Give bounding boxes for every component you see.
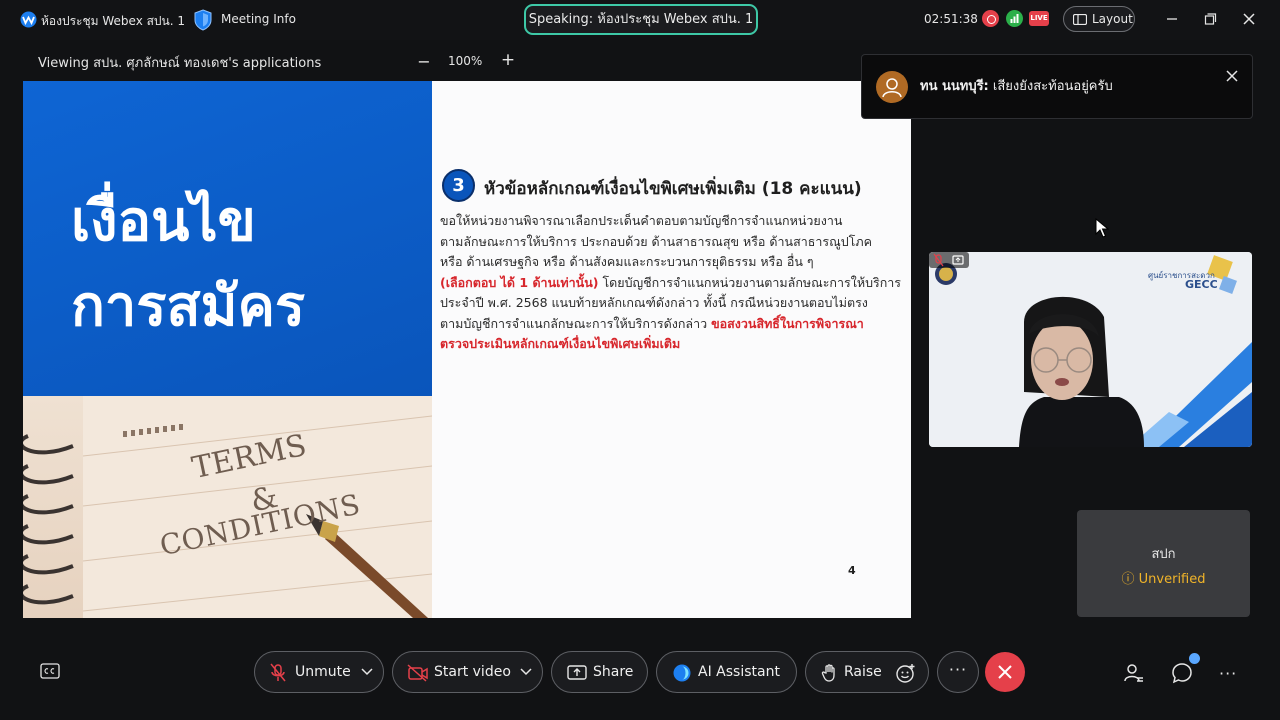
video-background-logo-text: GECC: [1185, 278, 1218, 291]
unmute-label: Unmute: [295, 664, 351, 680]
body-line: ตามลักษณะการให้บริการ ประกอบด้วย ด้านสาธ…: [440, 233, 872, 249]
meeting-timer: 02:51:38: [924, 12, 978, 26]
live-badge: LIVE: [1029, 11, 1049, 26]
closed-captions-icon[interactable]: [40, 663, 60, 681]
ai-assistant-button[interactable]: AI Assistant: [656, 651, 797, 693]
zoom-out-button[interactable]: −: [416, 52, 432, 71]
share-button[interactable]: Share: [551, 651, 648, 693]
unmute-button[interactable]: Unmute: [254, 651, 384, 693]
record-icon[interactable]: [982, 10, 999, 27]
notification-body: เสียงยังสะท้อนอยู่ครับ: [988, 79, 1113, 94]
body-highlight: (เลือกตอบ ได้ 1 ด้านเท่านั้น): [440, 274, 599, 290]
body-line: ขอให้หน่วยงานพิจารณาเลือกประเด็นคำตอบตาม…: [440, 213, 843, 228]
body-text: ตามบัญชีการจำแนกลักษณะการให้บริการดังกล่…: [440, 315, 712, 331]
raise-hand-button[interactable]: Raise: [805, 651, 929, 693]
start-video-button[interactable]: Start video: [392, 651, 543, 693]
slide-item-number: 3: [442, 169, 475, 202]
share-label: Share: [593, 664, 634, 680]
notification-message: ทน นนทบุรี: เสียงยังสะท้อนอยู่ครับ: [920, 75, 1113, 96]
body-line: ประจำปี พ.ศ. 2568 แนบท้ายหลักเกณฑ์ดังกล่…: [440, 295, 868, 310]
zoom-level: 100%: [448, 54, 483, 68]
participant-tile[interactable]: สปก ⓘ Unverified: [1077, 510, 1250, 617]
ai-assistant-icon: [673, 664, 691, 682]
title-bar: ห้องประชุม Webex สปน. 1 Meeting Info Spe…: [0, 0, 1280, 40]
slide-heading: หัวข้อหลักเกณฑ์เงื่อนไขพิเศษเพิ่มเติม (1…: [484, 179, 862, 199]
participant-video[interactable]: ศูนย์ราชการสะดวก GECC: [929, 252, 1252, 447]
mouse-cursor-icon: [1095, 218, 1109, 238]
avatar: [876, 71, 908, 103]
reaction-icon[interactable]: [895, 662, 917, 684]
unverified-status: ⓘ Unverified: [1077, 568, 1250, 587]
warning-icon: ⓘ: [1121, 572, 1135, 587]
terms-conditions-image: TERMS & CONDITIONS: [23, 396, 432, 618]
mic-muted-icon: [270, 663, 286, 682]
ai-assistant-label: AI Assistant: [698, 664, 780, 680]
end-call-button[interactable]: [985, 652, 1025, 692]
maximize-icon[interactable]: [1200, 9, 1220, 29]
meeting-title: ห้องประชุม Webex สปน. 1: [41, 14, 186, 28]
viewing-share-label: Viewing สปน. ศุภลักษณ์ ทองเดช's applicat…: [38, 56, 322, 71]
layout-icon: [1073, 14, 1087, 25]
slide-title-line1: เงื่อนไข: [71, 189, 256, 254]
unverified-label: Unverified: [1138, 572, 1206, 587]
body-text: โดยบัญชีการจำแนกหน่วยงานตามลักษณะการให้บ…: [598, 274, 902, 290]
start-video-label: Start video: [434, 664, 511, 680]
shared-content-slide: เงื่อนไข การสมัคร TERMS & CONDITIONS 3 ห…: [23, 81, 911, 618]
notification-sender: ทน นนทบุรี:: [920, 79, 989, 94]
slide-body-text: ขอให้หน่วยงานพิจารณาเลือกประเด็นคำตอบตาม…: [440, 211, 906, 355]
shield-icon[interactable]: [193, 9, 213, 31]
layout-button[interactable]: Layout: [1063, 6, 1135, 32]
body-line: (เลือกตอบ ได้ 1 ด้านเท่านั้น) โดยบัญชีกา…: [440, 273, 906, 294]
chat-unread-indicator: [1189, 653, 1200, 664]
chevron-down-icon[interactable]: [520, 668, 532, 676]
body-line: หรือ ด้านเศรษฐกิจ หรือ ด้านสังคมและกระบว…: [440, 254, 814, 269]
raise-hand-icon: [821, 664, 835, 682]
layout-label: Layout: [1092, 12, 1133, 26]
chevron-down-icon[interactable]: [361, 668, 373, 676]
end-call-icon: [998, 665, 1012, 679]
notebook-illustration: [23, 396, 432, 618]
slide-title-panel: เงื่อนไข การสมัคร: [23, 81, 432, 396]
chat-notification[interactable]: ทน นนทบุรี: เสียงยังสะท้อนอยู่ครับ: [861, 54, 1253, 119]
participant-name: สปก: [1151, 547, 1176, 562]
body-highlight: ขอสงวนสิทธิ์ในการพิจารณา: [711, 315, 864, 331]
participants-icon[interactable]: [1122, 661, 1146, 685]
video-off-icon: [407, 664, 428, 682]
more-options-button[interactable]: ···: [937, 651, 979, 693]
webex-logo-icon: [20, 11, 37, 28]
body-highlight: ตรวจประเมินหลักเกณฑ์เงื่อนไขพิเศษเพิ่มเต…: [440, 336, 681, 351]
meeting-info-button[interactable]: Meeting Info: [221, 12, 296, 26]
chat-icon[interactable]: [1170, 661, 1194, 685]
body-line: ตามบัญชีการจำแนกลักษณะการให้บริการดังกล่…: [440, 314, 906, 335]
active-speaker-indicator: Speaking: ห้องประชุม Webex สปน. 1: [524, 4, 758, 35]
slide-title-line2: การสมัคร: [71, 274, 306, 339]
network-icon[interactable]: [1006, 10, 1023, 27]
overflow-menu-button[interactable]: ···: [1219, 664, 1237, 683]
raise-label: Raise: [844, 664, 882, 680]
close-icon[interactable]: [1224, 68, 1240, 84]
mic-muted-icon: [929, 252, 969, 268]
close-icon[interactable]: [1239, 9, 1259, 29]
minimize-icon[interactable]: [1162, 9, 1182, 29]
zoom-in-button[interactable]: +: [500, 50, 516, 70]
share-icon: [567, 665, 587, 680]
slide-page-number: 4: [848, 564, 856, 577]
